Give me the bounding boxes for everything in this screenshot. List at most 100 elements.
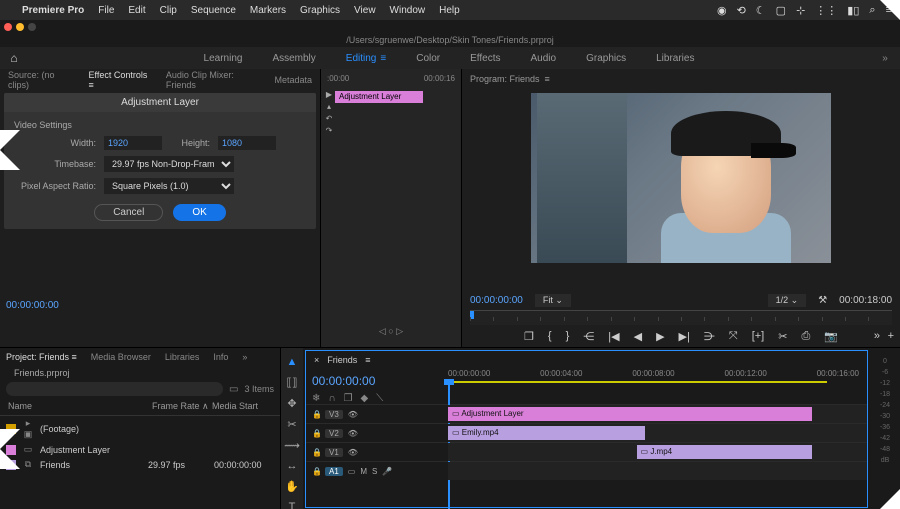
tab-source[interactable]: Source: (no clips) — [8, 70, 73, 90]
menu-sequence[interactable]: Sequence — [191, 5, 236, 16]
wifi-icon[interactable]: ⋮⋮ — [815, 4, 837, 17]
project-row[interactable]: ▸ ▣ (Footage) — [0, 416, 280, 442]
comparison-icon[interactable]: ⎙ — [801, 330, 810, 343]
search-input[interactable] — [6, 382, 223, 396]
home-icon[interactable]: ⌂ — [0, 51, 28, 65]
airplay-icon[interactable]: ▢ — [776, 4, 786, 17]
slip-tool-icon[interactable]: ⟿ — [284, 439, 300, 452]
tab-metadata[interactable]: Metadata — [274, 75, 312, 85]
moon-icon[interactable]: ☾ — [756, 4, 766, 17]
lock-icon[interactable]: 🔒 — [312, 429, 320, 438]
redo-icon[interactable]: ↷ — [323, 125, 335, 137]
lock-icon[interactable]: 🔒 — [312, 467, 320, 476]
goto-out-icon[interactable]: ⋺ — [704, 330, 715, 343]
lift-icon[interactable]: ⤧ — [729, 330, 738, 343]
battery-icon[interactable]: ▮▯ — [847, 4, 859, 17]
timeline-timecode[interactable]: 00:00:00:00 — [312, 374, 375, 388]
col-media-start[interactable]: Media Start — [212, 401, 272, 412]
menu-window[interactable]: Window — [390, 5, 426, 16]
settings-icon[interactable]: ⟍ — [376, 393, 383, 404]
width-field[interactable] — [104, 136, 162, 150]
eye-icon[interactable]: 👁 — [348, 429, 358, 438]
workspace-graphics[interactable]: Graphics — [586, 53, 626, 64]
fit-select[interactable]: Fit ⌄ — [535, 294, 571, 307]
minimize-window-icon[interactable] — [16, 23, 24, 31]
track-label[interactable]: V2 — [325, 429, 343, 438]
workspace-audio[interactable]: Audio — [531, 53, 557, 64]
menu-edit[interactable]: Edit — [128, 5, 145, 16]
pen-tool-icon[interactable]: ↔ — [287, 460, 298, 472]
project-row[interactable]: ▭ Adjustment Layer — [0, 442, 280, 457]
app-name[interactable]: Premiere Pro — [22, 5, 84, 16]
linked-sel-icon[interactable]: ❐ — [344, 393, 353, 404]
clip-j[interactable]: ▭ J.mp4 — [637, 445, 813, 459]
eye-icon[interactable]: 👁 — [348, 448, 358, 457]
step-back-icon[interactable]: |◀ — [608, 330, 619, 343]
workspace-effects[interactable]: Effects — [470, 53, 500, 64]
search-icon[interactable]: ⌕ — [869, 4, 875, 17]
solo-s[interactable]: S — [372, 467, 377, 476]
program-ruler[interactable] — [470, 310, 892, 325]
track-label[interactable]: V3 — [325, 410, 343, 419]
mic-icon[interactable]: 🎤 — [382, 467, 392, 476]
snap-icon[interactable]: ❄ — [312, 393, 320, 404]
ok-button[interactable]: OK — [173, 204, 225, 221]
col-name[interactable]: Name — [8, 401, 152, 412]
workspace-assembly[interactable]: Assembly — [272, 53, 315, 64]
up-icon[interactable]: ▴ — [323, 101, 335, 113]
bluetooth-icon[interactable]: ⊹ — [796, 4, 805, 17]
tab-info[interactable]: Info — [213, 352, 228, 362]
hand-tool-icon[interactable]: ✋ — [285, 480, 299, 493]
menu-graphics[interactable]: Graphics — [300, 5, 340, 16]
menu-clip[interactable]: Clip — [160, 5, 177, 16]
clip-adjustment-layer[interactable]: ▭ Adjustment Layer — [448, 407, 812, 421]
sync-icon[interactable]: ⟲ — [737, 4, 746, 17]
new-bin-icon[interactable]: ▭ — [229, 384, 238, 395]
goto-in-icon[interactable]: ⋲ — [583, 330, 594, 343]
extract-icon[interactable]: [+] — [752, 330, 765, 342]
marker-icon[interactable]: ❐ — [524, 330, 534, 343]
workspace-overflow-icon[interactable]: » — [870, 53, 900, 64]
track-select-tool-icon[interactable]: ⟦⟧ — [287, 376, 298, 389]
timeline-ruler[interactable]: 00:00:00:00 00:00:04:00 00:00:08:00 00:0… — [448, 369, 867, 393]
export-frame-icon[interactable]: ✂ — [778, 330, 787, 343]
workspace-learning[interactable]: Learning — [204, 53, 243, 64]
project-row[interactable]: ⧉ Friends 29.97 fps 00:00:00:00 — [0, 457, 280, 472]
cc-icon[interactable]: ◉ — [717, 4, 727, 17]
step-fwd-icon[interactable]: ▶| — [679, 330, 690, 343]
camera-icon[interactable]: 📷 — [824, 330, 838, 343]
more-icon[interactable]: » — [874, 330, 880, 342]
ect-clip[interactable]: Adjustment Layer — [335, 91, 423, 103]
magnet-icon[interactable]: ∩ — [328, 393, 335, 404]
out-icon[interactable]: } — [566, 330, 570, 342]
selection-tool-icon[interactable]: ▲ — [287, 356, 298, 368]
in-icon[interactable]: { — [548, 330, 552, 342]
menu-help[interactable]: Help — [439, 5, 460, 16]
razor-tool-icon[interactable]: ✂ — [287, 418, 296, 431]
menu-view[interactable]: View — [354, 5, 376, 16]
tab-media-browser[interactable]: Media Browser — [91, 352, 151, 362]
type-tool-icon[interactable]: T — [289, 501, 296, 509]
close-window-icon[interactable] — [4, 23, 12, 31]
close-seq-icon[interactable]: × — [314, 355, 319, 365]
track-label[interactable]: V1 — [325, 448, 343, 457]
program-preview[interactable] — [470, 89, 892, 290]
workspace-color[interactable]: Color — [416, 53, 440, 64]
zoom-select[interactable]: 1/2 ⌄ — [768, 294, 807, 307]
panel-menu-icon[interactable]: ≡ — [365, 355, 370, 365]
workspace-libraries[interactable]: Libraries — [656, 53, 694, 64]
mute-icon[interactable]: ▭ — [348, 467, 356, 476]
program-timecode[interactable]: 00:00:00:00 — [470, 295, 523, 306]
timebase-select[interactable]: 29.97 fps Non-Drop-Frame — [104, 156, 234, 172]
maximize-window-icon[interactable] — [28, 23, 36, 31]
col-frame-rate[interactable]: Frame Rate ∧ — [152, 401, 212, 412]
menu-markers[interactable]: Markers — [250, 5, 286, 16]
undo-icon[interactable]: ↶ — [323, 113, 335, 125]
menu-file[interactable]: File — [98, 5, 114, 16]
cancel-button[interactable]: Cancel — [94, 204, 163, 221]
tab-overflow-icon[interactable]: » — [242, 352, 247, 362]
play-icon[interactable]: ▶ — [656, 330, 664, 343]
tab-project[interactable]: Project: Friends ≡ — [6, 352, 77, 362]
marker2-icon[interactable]: ◆ — [361, 393, 369, 404]
clip-emily[interactable]: ▭ Emily.mp4 — [448, 426, 645, 440]
